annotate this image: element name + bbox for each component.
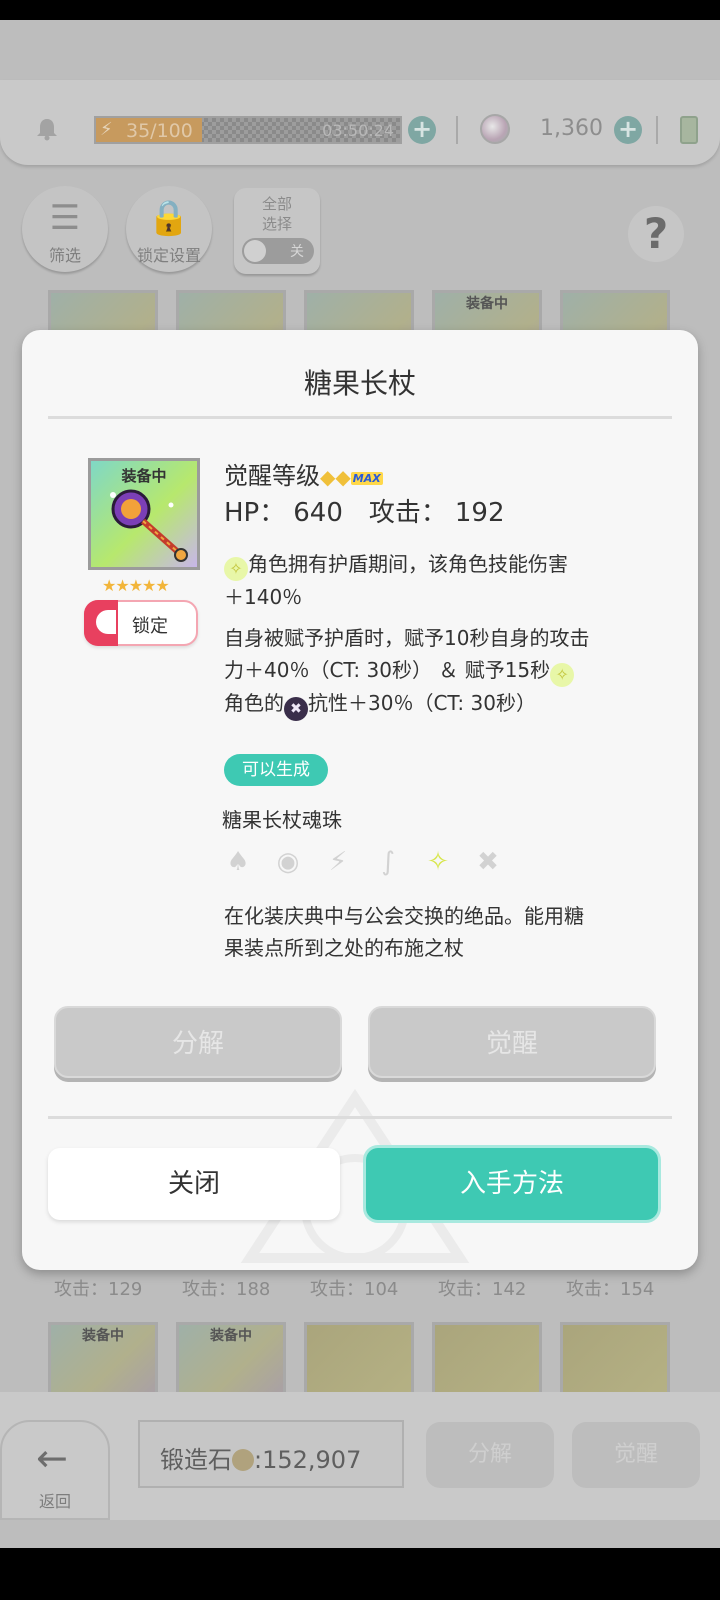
awaken-gems-icon: ◆◆ <box>320 465 351 489</box>
status-bar <box>0 0 720 20</box>
equipped-badge: 装备中 <box>210 1328 252 1344</box>
lightning-icon: ⚡ <box>328 847 348 877</box>
soul-orb-name: 糖果长杖魂珠 <box>222 808 342 832</box>
awaken-level-label: 觉醒等级 <box>224 462 320 490</box>
lock-toggle-knob <box>84 600 118 646</box>
help-button[interactable]: ? <box>628 206 684 262</box>
awaken-level: 觉醒等级◆◆ MAX <box>224 456 383 491</box>
dark-icon: ✖ <box>477 847 499 877</box>
skill2-line3b: 抗性＋30％（CT: 30秒） <box>308 691 536 715</box>
skill2-line1: 自身被赋予护盾时，赋予10秒自身的攻击 <box>224 626 590 650</box>
back-button[interactable]: ← 返回 <box>0 1420 110 1520</box>
toggle-knob <box>244 240 266 262</box>
light-icon: ✧ <box>224 557 248 581</box>
gem-count: 1,360 <box>540 116 603 141</box>
toggle-switch[interactable]: 关 <box>242 238 314 264</box>
awaken-button[interactable]: 觉醒 <box>368 1006 656 1078</box>
lock-settings-label: 锁定设置 <box>136 246 201 265</box>
forge-stone-icon <box>232 1449 254 1471</box>
navigation-bar <box>0 1548 720 1600</box>
lightning-icon: ⚡ <box>100 119 113 140</box>
separator <box>656 116 658 144</box>
divider <box>48 416 672 419</box>
equipped-badge: 装备中 <box>82 1328 124 1344</box>
resource-bar: ⚡ 35/100 03:50:24 + 1,360 + <box>0 80 720 165</box>
stamina-bar: ⚡ 35/100 03:50:24 <box>94 116 402 144</box>
max-badge: MAX <box>350 472 383 485</box>
hp-label: HP： <box>224 498 286 528</box>
item-detail-dialog: 糖果长杖 装备中 ★★★★★ 锁定 觉醒等级◆◆ MAX HP： 640 攻击： 192… <box>22 330 698 1270</box>
toggle-state: 关 <box>290 244 304 260</box>
add-stamina-button[interactable]: + <box>408 116 436 144</box>
equipped-badge: 装备中 <box>466 296 508 312</box>
can-generate-badge: 可以生成 <box>224 754 328 786</box>
battery-icon <box>680 116 698 144</box>
attack-label: 攻击： <box>368 498 447 528</box>
arrow-left-icon: ← <box>36 1436 68 1480</box>
fire-icon: ♠ <box>226 847 250 877</box>
lock-toggle[interactable]: 锁定 <box>84 600 198 646</box>
skill2-line2: 力＋40％（CT: 30秒） ＆ 赋予15秒 <box>224 658 551 682</box>
filter-icon: ☰ <box>49 198 81 238</box>
item-attack-stat: 攻击：142 <box>438 1279 527 1300</box>
select-all-toggle[interactable]: 全部 选择 关 <box>234 188 320 274</box>
item-attack-stat: 攻击：104 <box>310 1279 399 1300</box>
filter-button[interactable]: ☰ 筛选 <box>22 186 108 272</box>
divider <box>48 1116 672 1119</box>
add-gems-button[interactable]: + <box>614 116 642 144</box>
filter-label: 筛选 <box>48 246 81 265</box>
light-icon: ✧ <box>550 663 575 687</box>
bell-icon[interactable] <box>34 116 60 142</box>
lock-settings-button[interactable]: 🔒 锁定设置 <box>126 186 212 272</box>
dismantle-button[interactable]: 分解 <box>54 1006 342 1078</box>
hp-value: 640 <box>293 498 343 528</box>
attribute-row: ♠ ◉ ⚡ ∫ ✧ ✖ <box>220 844 520 880</box>
separator <box>456 116 458 144</box>
select-all-label: 全部 选择 <box>261 195 292 233</box>
stamina-timer: 03:50:24 <box>322 121 394 140</box>
lock-label: 锁定 <box>132 616 168 637</box>
item-tile[interactable]: 装备中 <box>176 1322 286 1398</box>
water-icon: ◉ <box>276 847 300 877</box>
item-attack-stat: 攻击：154 <box>566 1279 655 1300</box>
how-to-obtain-button[interactable]: 入手方法 <box>366 1148 658 1220</box>
forge-stone-counter: 锻造石 :152,907 <box>138 1420 404 1488</box>
stamina-value: 35/100 <box>126 120 193 142</box>
item-tile[interactable] <box>304 1322 414 1398</box>
flavor-text: 在化装庆典中与公会交换的绝品。能用糖 果装点所到之处的布施之杖 <box>224 900 644 964</box>
item-tile[interactable]: 装备中 <box>48 1322 158 1398</box>
flavor-line1: 在化装庆典中与公会交换的绝品。能用糖 <box>224 904 584 928</box>
skill-description-2: 自身被赋予护盾时，赋予10秒自身的攻击 力＋40％（CT: 30秒） ＆ 赋予1… <box>224 622 644 721</box>
wind-icon: ∫ <box>381 847 395 877</box>
item-tile[interactable] <box>432 1322 542 1398</box>
bulk-awaken-button[interactable]: 觉醒 <box>572 1422 700 1488</box>
skill-description-1: ✧ 角色拥有护盾期间，该角色技能伤害 ＋140％ <box>224 548 644 613</box>
attack-value: 192 <box>454 498 505 528</box>
dark-icon: ✖ <box>284 697 308 721</box>
item-image: 装备中 <box>88 458 200 570</box>
item-attack-stat: 攻击：188 <box>182 1279 271 1300</box>
light-icon: ✧ <box>427 847 449 877</box>
item-stats: HP： 640 攻击： 192 <box>224 492 513 529</box>
item-attack-stat: 攻击：129 <box>54 1279 143 1300</box>
bulk-dismantle-button[interactable]: 分解 <box>426 1422 554 1488</box>
gem-icon <box>480 114 510 144</box>
close-button[interactable]: 关闭 <box>48 1148 340 1220</box>
rarity-stars: ★★★★★ <box>102 576 170 595</box>
forge-stone-label: 锻造石 <box>160 1446 232 1474</box>
skill1-line1: 角色拥有护盾期间，该角色技能伤害 <box>248 552 568 576</box>
forge-stone-value: :152,907 <box>254 1446 362 1474</box>
equipped-badge: 装备中 <box>121 467 167 485</box>
dialog-title: 糖果长杖 <box>303 367 416 400</box>
back-label: 返回 <box>38 1492 71 1511</box>
item-tile[interactable] <box>560 1322 670 1398</box>
skill1-line2: ＋140％ <box>224 585 303 609</box>
skill2-line3a: 角色的 <box>224 691 284 715</box>
flavor-line2: 果装点所到之处的布施之杖 <box>224 936 464 960</box>
lock-icon: 🔒 <box>147 198 191 238</box>
